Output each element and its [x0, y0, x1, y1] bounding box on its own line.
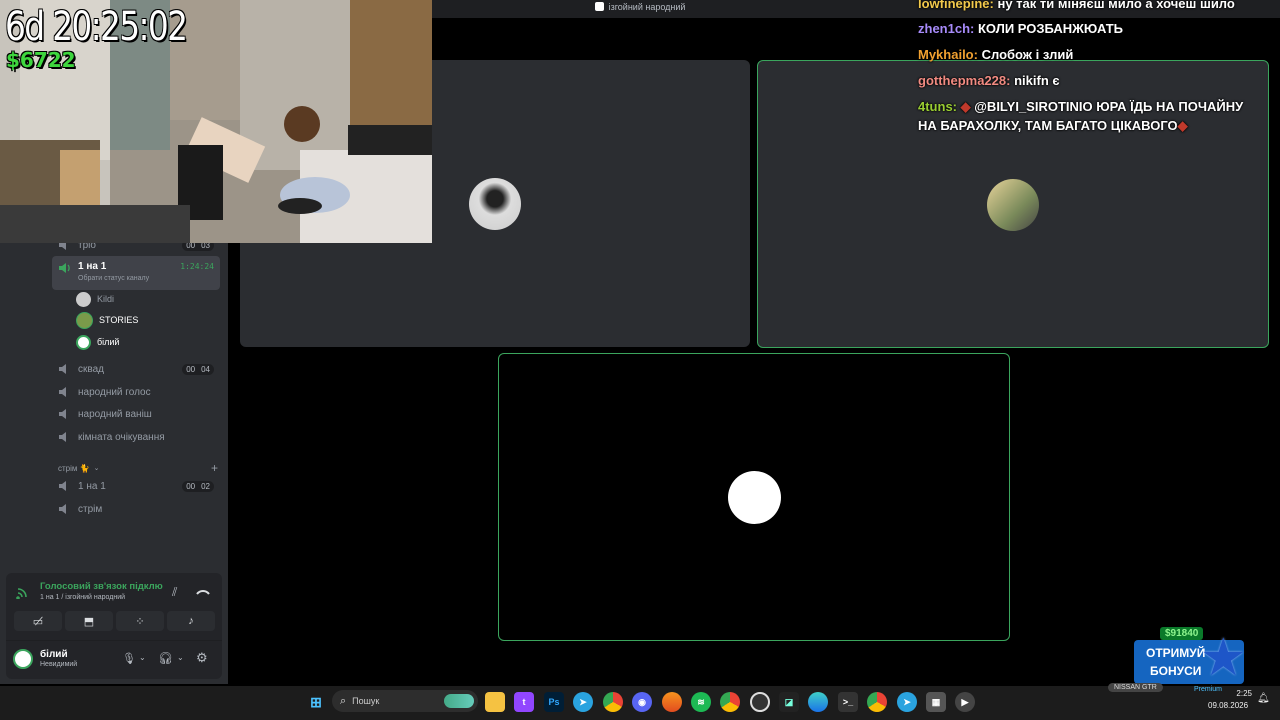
speaker-icon — [59, 504, 66, 514]
spotify-icon[interactable]: ≋ — [691, 692, 711, 712]
photoshop-icon[interactable]: Ps — [544, 692, 564, 712]
channel-stream[interactable]: стрім — [52, 498, 220, 520]
voice-location[interactable]: 1 на 1 / ізгойний народний — [40, 594, 125, 601]
channel-label: 1 на 1 — [78, 261, 107, 272]
channel-narodnyi-vanish[interactable]: народний ваніш — [52, 403, 220, 425]
chat-message: zhen1ch: КОЛИ РОЗБАНЖЮАТЬ — [918, 21, 1124, 36]
promo-line2: БОНУСИ — [1150, 664, 1202, 678]
activities-button[interactable]: ⁘ — [116, 611, 164, 631]
member-stories[interactable]: STORIES — [76, 310, 138, 330]
member-bilyi[interactable]: білий — [76, 332, 119, 352]
gear-icon[interactable]: ⚙ — [196, 650, 208, 666]
calculator-icon[interactable]: ▦ — [926, 692, 946, 712]
edge-icon[interactable] — [808, 692, 828, 712]
chevron-down-icon[interactable]: ⌄ — [139, 653, 146, 662]
speaker-icon — [59, 263, 70, 273]
camera-off-icon: ▭̸ — [32, 615, 44, 628]
screen-share-button[interactable]: ⬒ — [65, 611, 113, 631]
media-player-icon[interactable]: ▶ — [955, 692, 975, 712]
star-icon: ★ — [1200, 629, 1247, 687]
avatar — [76, 334, 91, 350]
tray-label[interactable]: NISSAN GTR — [1108, 683, 1163, 692]
obs-icon[interactable] — [750, 692, 770, 712]
user-status: Невидимий — [40, 661, 78, 668]
video-tile-bilyi[interactable] — [498, 353, 1010, 641]
chevron-down-icon: ⌄ — [93, 465, 100, 472]
user-count: 00 04 — [182, 363, 214, 375]
capcut-icon[interactable]: ◪ — [779, 692, 799, 712]
chrome-profile-icon[interactable] — [720, 692, 740, 712]
premium-badge[interactable]: Premium — [1194, 686, 1222, 693]
chevron-down-icon[interactable]: ⌄ — [177, 653, 184, 662]
chrome-icon[interactable] — [603, 692, 623, 712]
emote-icon: ◆ — [1177, 118, 1188, 133]
avatar — [76, 291, 91, 307]
terminal-icon[interactable]: >_ — [838, 692, 858, 712]
voice-status[interactable]: Голосовий зв'язок підклю — [40, 581, 163, 592]
telegram-icon[interactable]: ➤ — [573, 692, 593, 712]
chat-message: gotthepma228: nikifn є — [918, 73, 1060, 88]
file-explorer-icon[interactable] — [485, 692, 505, 712]
soundboard-icon: ♪ — [188, 615, 194, 627]
participant-avatar — [469, 178, 521, 230]
add-channel-icon[interactable]: + — [211, 461, 218, 475]
disconnect-icon[interactable] — [195, 586, 211, 598]
search-highlight-image — [444, 694, 474, 708]
channel-status-hint[interactable]: Обрати статус каналу — [78, 275, 149, 282]
avatar — [76, 311, 93, 329]
noise-suppression-icon[interactable]: ⫽ — [172, 585, 177, 600]
chat-message: lowfinepine: ну так ти міняєш мило а хоч… — [918, 0, 1235, 11]
windows-start-icon[interactable]: ⊞ — [306, 692, 326, 712]
promo-amount: $91840 — [1160, 627, 1204, 640]
chrome-alt-icon[interactable] — [867, 692, 887, 712]
notification-bell-icon[interactable]: 🔔︎ — [1257, 693, 1270, 704]
microphone-icon[interactable]: 🎙︎ — [122, 652, 136, 665]
voice-actions: ▭̸ ⬒ ⁘ ♪ — [14, 611, 215, 631]
channel-1na1-active[interactable]: 1 на 1 Обрати статус каналу 1:24:24 — [52, 256, 220, 290]
telegram-alt-icon[interactable]: ➤ — [897, 692, 917, 712]
participant-avatar — [987, 179, 1039, 231]
clock-date[interactable]: 09.08.2026 — [1208, 701, 1248, 710]
signal-icon[interactable] — [16, 585, 30, 599]
stream-timer: 6d 20:25:02 — [5, 4, 188, 50]
call-duration: 1:24:24 — [180, 262, 214, 271]
speaker-icon — [59, 387, 66, 397]
server-icon — [594, 2, 604, 11]
headphones-icon[interactable]: 🎧︎ — [158, 651, 173, 665]
camera-off-button[interactable]: ▭̸ — [14, 611, 62, 631]
chat-message-continued: НА БАРАХОЛКУ, ТАМ БАГАТО ЦІКАВОГО◆ — [918, 118, 1188, 133]
twitch-icon[interactable]: t — [514, 692, 534, 712]
search-icon: ⌕ — [340, 694, 347, 707]
channel-narodnyi-holos[interactable]: народний голос — [52, 381, 220, 403]
emote-icon: ◆ — [960, 99, 971, 114]
participant-avatar — [728, 471, 781, 524]
member-kildi[interactable]: Kildi — [76, 289, 114, 309]
user-count: 00 02 — [182, 480, 214, 492]
user-name[interactable]: білий — [40, 649, 68, 660]
channel-stream-1na1[interactable]: 1 на 1 00 02 — [52, 475, 220, 497]
taskbar-search[interactable]: ⌕ Пошук — [332, 690, 478, 712]
clock-time[interactable]: 2:25 — [1226, 689, 1252, 698]
discord-icon[interactable]: ◉ — [632, 692, 652, 712]
category-stream[interactable]: стрім 🐈 ⌄ + — [58, 461, 218, 475]
speaker-icon — [59, 432, 66, 442]
promo-line1: ОТРИМУЙ — [1146, 646, 1206, 660]
speaker-icon — [59, 481, 66, 491]
channel-skvad[interactable]: сквад 00 04 — [52, 358, 220, 380]
divider — [6, 640, 222, 641]
activities-icon: ⁘ — [135, 615, 145, 628]
speaker-icon — [59, 409, 66, 419]
soundboard-button[interactable]: ♪ — [167, 611, 215, 631]
chat-message: 4tuns: ◆ @BILYI_SIROTINIO ЮРА ЇДЬ НА ПОЧ… — [918, 99, 1244, 114]
user-avatar[interactable] — [13, 649, 33, 669]
chat-message: Mykhailo: Слобож і злий — [918, 47, 1074, 62]
speaker-icon — [59, 364, 66, 374]
channel-waiting-room[interactable]: кімната очікування — [52, 426, 220, 448]
donation-total: $6722 — [6, 48, 76, 72]
screen-share-icon: ⬒ — [83, 615, 95, 628]
app-icon[interactable] — [662, 692, 682, 712]
